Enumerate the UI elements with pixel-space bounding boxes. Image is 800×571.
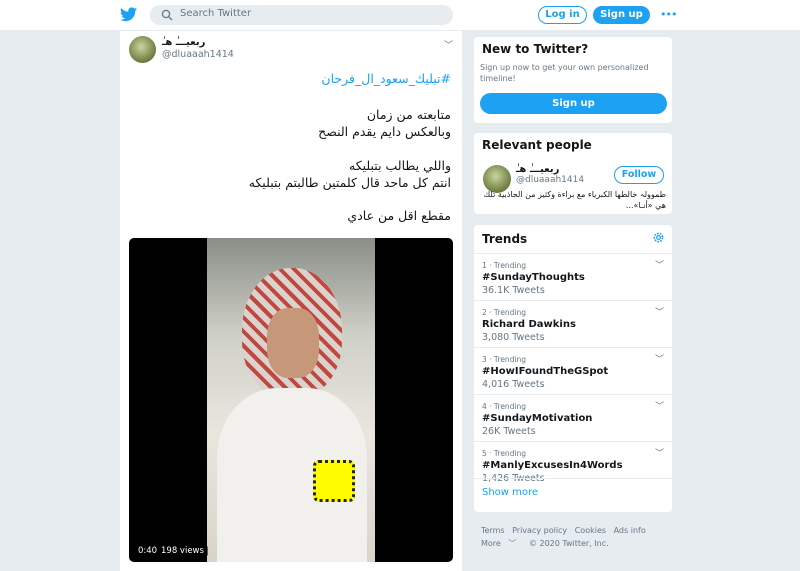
trends-title: Trends (482, 232, 528, 246)
search-icon (161, 9, 173, 21)
trend-item[interactable]: 1 · Trending #SundayThoughts 36.1K Tweet… (474, 253, 672, 300)
follow-button[interactable]: Follow (614, 166, 664, 184)
tweet-text-line: متابعته من زمان (366, 107, 451, 122)
chevron-down-icon[interactable]: ﹀ (655, 399, 664, 412)
footer-more-label[interactable]: More (481, 539, 501, 548)
footer-link-cookies[interactable]: Cookies (575, 526, 606, 535)
trend-count: 36.1K Tweets (482, 285, 545, 296)
footer-link-more[interactable]: More ﹀ (481, 539, 521, 548)
trend-count: 26K Tweets (482, 426, 536, 437)
chevron-down-icon[interactable]: ﹀ (506, 539, 516, 548)
tweet-text-line: انتم كل ماحد قال كلمتين طالبتم بتبليكه (248, 175, 451, 190)
chevron-down-icon[interactable]: ﹀ (655, 258, 664, 271)
show-more-link[interactable]: Show more (474, 478, 672, 506)
trend-rank: 1 · Trending (482, 261, 527, 270)
search-placeholder: Search Twitter (180, 8, 252, 19)
relevant-people-card: Relevant people ربعيـــٰ هـٰ @dluaaah141… (473, 132, 673, 215)
new-to-twitter-card: New to Twitter? Sign up now to get your … (473, 36, 673, 124)
tweet-text-line: مقطع اقل من عادي (347, 208, 451, 223)
trend-item[interactable]: 4 · Trending #SundayMotivation 26K Tweet… (474, 394, 672, 441)
snapcode-icon (313, 460, 355, 502)
chevron-down-icon[interactable]: ﹀ (655, 305, 664, 318)
chevron-down-icon[interactable]: ﹀ (655, 446, 664, 459)
trend-count: 3,080 Tweets (482, 332, 545, 343)
relevant-people-title: Relevant people (482, 138, 592, 152)
trend-name[interactable]: Richard Dawkins (482, 319, 576, 330)
new-to-twitter-title: New to Twitter? (482, 42, 589, 56)
tweet-author-handle[interactable]: @dluaaah1414 (162, 49, 234, 60)
relevant-person-handle[interactable]: @dluaaah1414 (516, 175, 584, 185)
tweet-text-line: وبالعكس دايم يقدم النصح (318, 124, 451, 139)
trend-count: 4,016 Tweets (482, 379, 545, 390)
top-navigation-bar: Search Twitter Log in Sign up ••• (0, 0, 800, 31)
relevant-person-name[interactable]: ربعيـــٰ هـٰ (516, 164, 559, 175)
tweet-author-name[interactable]: ربعيـــٰ هـٰ (162, 37, 205, 48)
tweet-hashtag[interactable]: #تبليك_سعود_ال_فرحان (321, 71, 451, 86)
tweet-card: ربعيـــٰ هـٰ @dluaaah1414 ﹀ #تبليك_سعود_… (119, 31, 463, 571)
trend-rank: 4 · Trending (482, 402, 527, 411)
sidebar-signup-button[interactable]: Sign up (480, 93, 667, 114)
trend-name[interactable]: #ManlyExcusesIn4Words (482, 460, 623, 471)
login-button[interactable]: Log in (538, 6, 587, 24)
trend-item[interactable]: 2 · Trending Richard Dawkins 3,080 Tweet… (474, 300, 672, 347)
trend-rank: 5 · Trending (482, 449, 527, 458)
relevant-person-bio: طموولہ خالطها الكبرياء مع براءة وكثير من… (483, 190, 666, 210)
footer-copyright: © 2020 Twitter, Inc. (528, 539, 609, 548)
trend-rank: 2 · Trending (482, 308, 527, 317)
video-frame (207, 238, 375, 562)
search-box[interactable]: Search Twitter (150, 5, 453, 25)
show-more-label[interactable]: Show more (482, 487, 538, 498)
video-views: 198 views (157, 545, 208, 557)
footer-link-ads-info[interactable]: Ads info (614, 526, 646, 535)
footer-link-terms[interactable]: Terms (481, 526, 505, 535)
signup-button[interactable]: Sign up (593, 6, 650, 24)
trend-rank: 3 · Trending (482, 355, 527, 364)
tweet-text-line: واللي يطالب بتبليكه (349, 158, 451, 173)
new-to-twitter-subtitle: Sign up now to get your own personalized… (480, 63, 649, 83)
chevron-down-icon[interactable]: ﹀ (444, 38, 453, 51)
trend-item[interactable]: 3 · Trending #HowIFoundTheGSpot 4,016 Tw… (474, 347, 672, 394)
avatar[interactable] (129, 36, 156, 63)
chevron-down-icon[interactable]: ﹀ (655, 352, 664, 365)
gear-icon[interactable] (652, 231, 665, 244)
trend-name[interactable]: #SundayThoughts (482, 272, 585, 283)
footer: Terms Privacy policy Cookies Ads info Mo… (481, 524, 681, 550)
twitter-bird-icon[interactable] (120, 7, 137, 22)
more-options-icon[interactable]: ••• (660, 8, 677, 21)
trend-name[interactable]: #SundayMotivation (482, 413, 592, 424)
footer-link-privacy[interactable]: Privacy policy (512, 526, 567, 535)
trends-card: Trends 1 · Trending #SundayThoughts 36.1… (473, 224, 673, 513)
video-player[interactable]: 0:40 198 views (129, 238, 453, 562)
trend-name[interactable]: #HowIFoundTheGSpot (482, 366, 608, 377)
video-subject-face (267, 308, 319, 378)
